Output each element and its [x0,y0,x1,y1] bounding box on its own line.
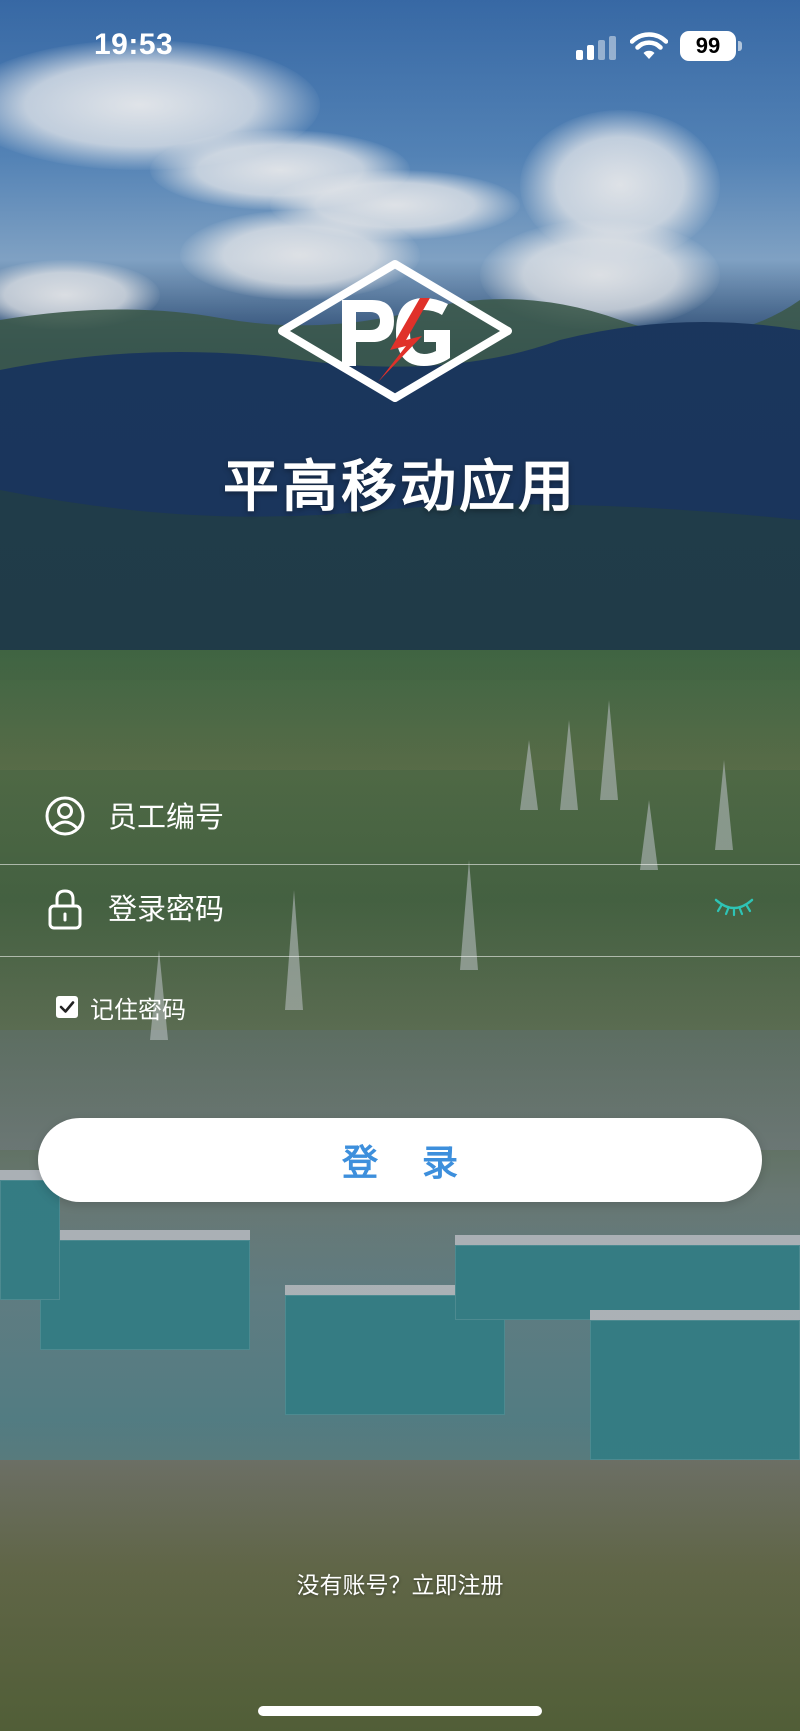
lock-icon [48,889,82,930]
battery-icon: 99 [680,31,736,61]
home-indicator [258,1706,542,1716]
remember-label: 记住密码 [90,995,186,1024]
login-screen: 19:53 99 平高移动应用 员工编号 记住密码 登录 没有账号？立即注册 [0,0,800,1731]
wifi-icon [630,32,668,59]
password-row [0,864,800,957]
pg-logo [278,260,512,402]
password-input[interactable] [106,880,670,938]
user-icon [45,796,85,836]
check-icon [59,1001,75,1013]
employee-id-row [0,772,800,865]
signal-icon [576,36,616,60]
employee-id-input[interactable] [106,788,670,846]
register-link[interactable]: 没有账号？立即注册 [0,1566,800,1600]
eye-closed-icon[interactable] [712,894,756,918]
battery-tip [738,41,742,51]
remember-password[interactable]: 记住密码 [56,990,186,1024]
status-bar: 19:53 99 [0,0,800,96]
status-time: 19:53 [94,28,174,61]
app-title: 平高移动应用 [223,455,577,520]
remember-checkbox[interactable] [56,996,78,1018]
login-button[interactable]: 登录 [38,1118,762,1202]
